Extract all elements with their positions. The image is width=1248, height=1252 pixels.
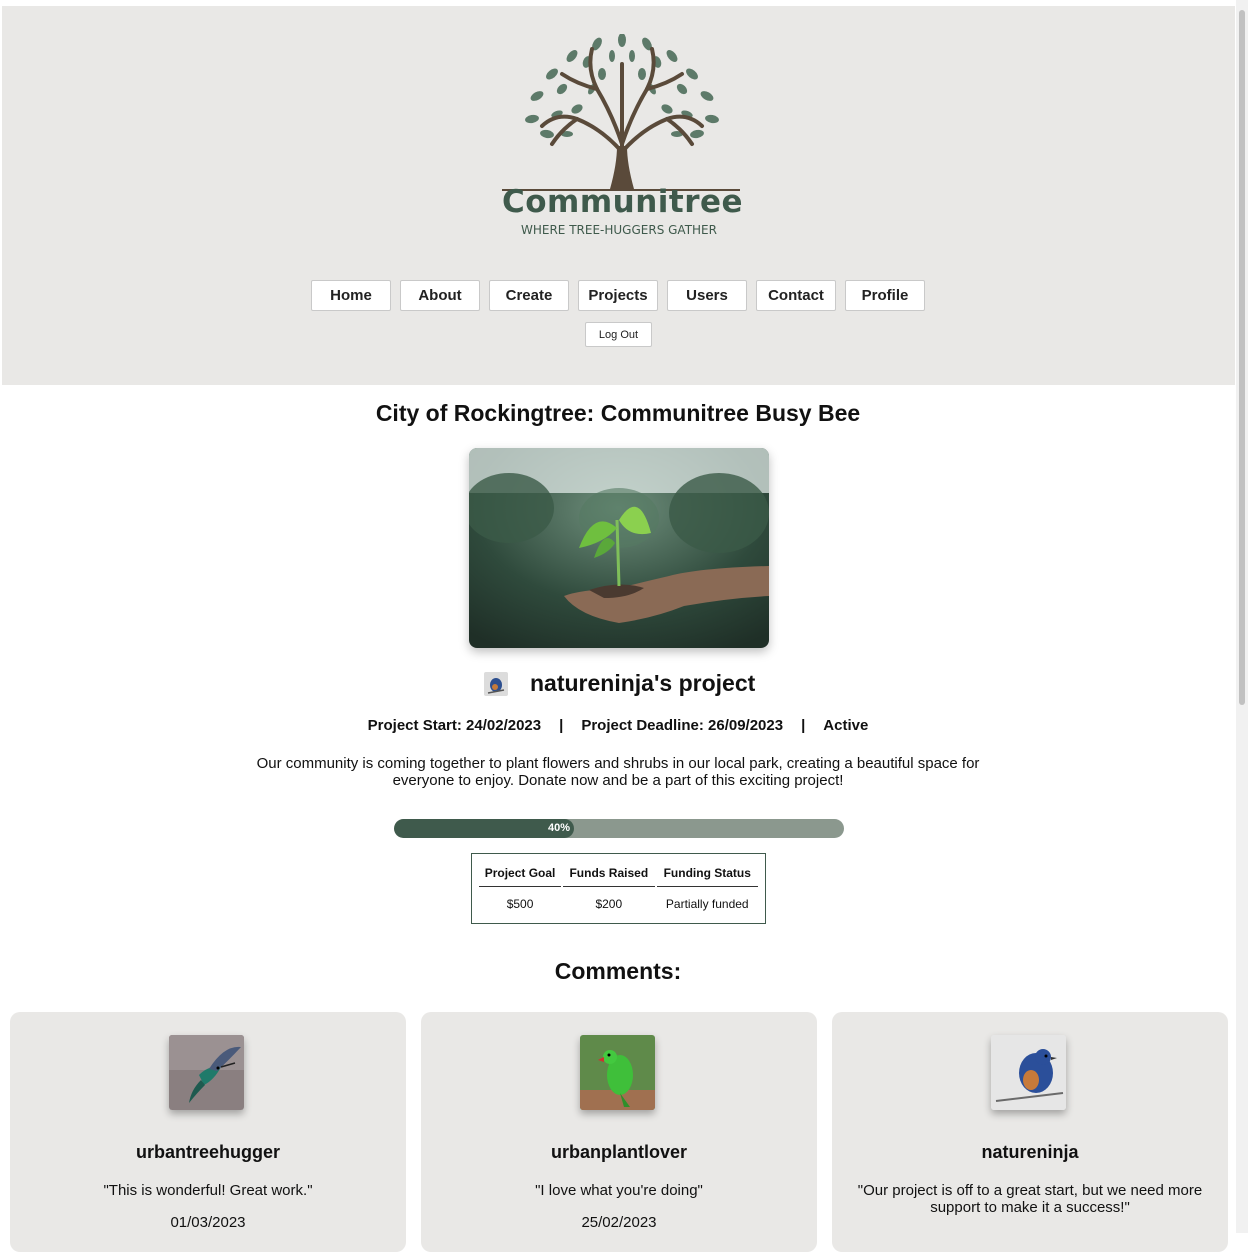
comment-avatar[interactable]	[580, 1035, 655, 1110]
cell-funding-status: Partially funded	[665, 897, 749, 911]
project-start: Project Start: 24/02/2023	[367, 717, 542, 734]
nav-users-button[interactable]: Users	[667, 280, 747, 311]
comment-text: "Our project is off to a great start, bu…	[857, 1182, 1203, 1216]
comment-card: natureninja "Our project is off to a gre…	[832, 1012, 1228, 1252]
seedling-in-hand-image	[469, 448, 769, 648]
cell-project-goal: $500	[506, 897, 534, 911]
comment-card: urbanplantlover "I love what you're doin…	[421, 1012, 817, 1252]
table-row: $500 $200 Partially funded	[479, 887, 758, 915]
comment-avatar[interactable]	[991, 1035, 1066, 1110]
project-image	[469, 448, 769, 648]
cell-funds-raised: $200	[595, 897, 623, 911]
brand-tagline: WHERE TREE-HUGGERS GATHER	[521, 223, 717, 237]
project-owner-heading: natureninja's project	[530, 670, 756, 696]
nav-home-button[interactable]: Home	[311, 280, 391, 311]
hummingbird-icon	[169, 1035, 244, 1110]
nav-create-button[interactable]: Create	[489, 280, 569, 311]
comment-text: "I love what you're doing"	[535, 1182, 703, 1199]
comment-date: 01/03/2023	[170, 1214, 246, 1231]
tree-logo-icon	[502, 34, 740, 191]
project-title: City of Rockingtree: Communitree Busy Be…	[375, 400, 861, 426]
comment-avatar[interactable]	[169, 1035, 244, 1110]
nav-about-button[interactable]: About	[400, 280, 480, 311]
project-deadline: Project Deadline: 26/09/2023	[581, 717, 784, 734]
meta-separator: |	[559, 717, 564, 734]
header-funding-status: Funding Status	[656, 859, 758, 887]
project-status: Active	[823, 717, 869, 734]
bluebird-icon	[991, 1035, 1066, 1110]
meta-separator: |	[801, 717, 806, 734]
comment-username[interactable]: natureninja	[832, 1142, 1228, 1163]
funding-progress-bar: 40%	[394, 819, 844, 838]
comment-card: urbantreehugger "This is wonderful! Grea…	[10, 1012, 406, 1252]
bluebird-icon	[484, 671, 508, 696]
site-header: Communitree WHERE TREE-HUGGERS GATHER Ho…	[2, 6, 1235, 385]
scrollbar-thumb[interactable]	[1239, 10, 1245, 705]
project-owner: natureninja's project	[484, 670, 755, 697]
nav-profile-button[interactable]: Profile	[845, 280, 925, 311]
nav-projects-button[interactable]: Projects	[578, 280, 658, 311]
comment-username[interactable]: urbantreehugger	[10, 1142, 406, 1163]
brand-name: Communitree	[502, 184, 744, 220]
green-parrot-icon	[580, 1035, 655, 1110]
funding-table: Project Goal Funds Raised Funding Status…	[471, 853, 766, 924]
project-meta: Project Start: 24/02/2023 | Project Deadli…	[0, 717, 1236, 734]
nav-contact-button[interactable]: Contact	[756, 280, 836, 311]
comment-username[interactable]: urbanplantlover	[421, 1142, 817, 1163]
comment-text: "This is wonderful! Great work."	[103, 1182, 313, 1199]
header-funds-raised: Funds Raised	[563, 859, 655, 887]
page-scrollbar[interactable]	[1236, 0, 1248, 1233]
main-nav: Home About Create Projects Users Contact…	[311, 280, 925, 311]
comments-heading: Comments:	[554, 958, 682, 984]
communitree-logo[interactable]: Communitree WHERE TREE-HUGGERS GATHER	[502, 34, 744, 246]
progress-label: 40%	[547, 822, 570, 834]
project-description: Our community is coming together to plan…	[256, 755, 980, 789]
progress-fill: 40%	[394, 819, 574, 838]
owner-avatar[interactable]	[484, 671, 508, 696]
comment-date: 25/02/2023	[581, 1214, 657, 1231]
header-project-goal: Project Goal	[479, 859, 562, 887]
log-out-button[interactable]: Log Out	[585, 322, 652, 347]
